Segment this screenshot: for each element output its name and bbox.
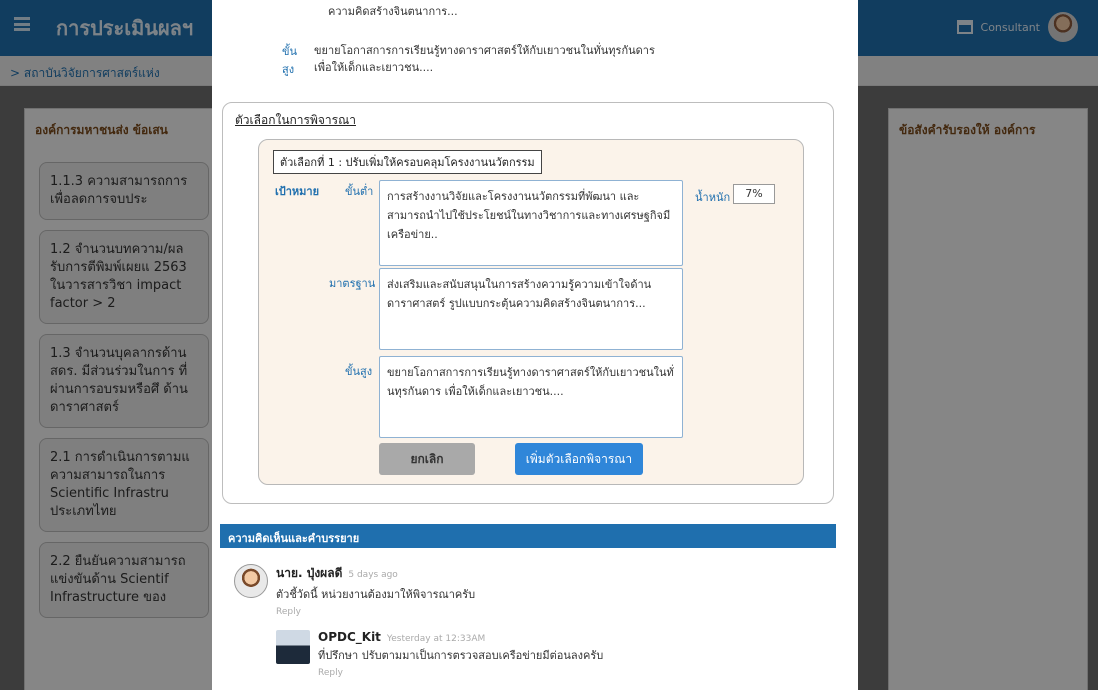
commenter-name: OPDC_Kit (318, 630, 381, 644)
min-label: ขั้นต่ำ (345, 185, 374, 198)
high-goal-line: ขยายโอกาสการการเรียนรู้ทางดาราศาสตร์ให้ก… (314, 44, 655, 57)
comment-item: นาย. ปุ่งผลดี 5 days ago ตัวชี้วัดนี้ หน่… (234, 564, 475, 617)
comment-content: OPDC_Kit Yesterday at 12:33AM ที่ปรึกษา ป… (318, 630, 603, 678)
high-label: ขั้นสูง (345, 365, 373, 378)
reply-link[interactable]: Reply (318, 668, 603, 678)
current-high-goal: ขั้นสูง ขยายโอกาสการการเรียนรู้ทางดาราศา… (282, 42, 655, 78)
commenter-avatar (234, 564, 268, 598)
min-goal-textarea[interactable]: การสร้างงานวิจัยและโครงงานนวัตกรรมที่พัฒ… (379, 180, 683, 266)
weight-label: น้ำหนัก (695, 191, 731, 204)
option-tag-input[interactable]: ตัวเลือกที่ 1 : ปรับเพิ่มให้ครอบคลุมโครง… (273, 150, 542, 174)
comments-header: ความคิดเห็นและคำบรรยาย (220, 524, 836, 548)
high-goal-line: เพื่อให้เด็กและเยาวชน.... (314, 61, 434, 74)
consideration-title: ตัวเลือกในการพิจารณา (235, 113, 356, 127)
commenter-avatar (276, 630, 310, 664)
consideration-options-section: ตัวเลือกในการพิจารณา ตัวเลือกที่ 1 : ปรั… (222, 102, 834, 504)
standard-goal-textarea[interactable]: ส่งเสริมและสนับสนุนในการสร้างความรู้ความ… (379, 268, 683, 350)
reply-link[interactable]: Reply (276, 607, 475, 617)
weight-input[interactable]: 7% (733, 184, 775, 204)
comment-text: ตัวชี้วัดนี้ หน่วยงานต้องมาให้พิจารณาครั… (276, 588, 476, 601)
high-goal-label: ขั้นสูง (282, 45, 298, 76)
commenter-name: นาย. ปุ่งผลดี (276, 566, 343, 580)
cancel-button[interactable]: ยกเลิก (379, 443, 475, 475)
standard-label: มาตรฐาน (329, 277, 376, 290)
high-goal-text: ขยายโอกาสการการเรียนรู้ทางดาราศาสตร์ให้ก… (314, 42, 655, 78)
comment-text: ที่ปรึกษา ปรับตามมาเป็นการตรวจสอบเครือข่… (318, 649, 604, 662)
target-label: เป้าหมาย (275, 185, 320, 198)
edit-indicator-modal: ความคิดสร้างจินตนาการ... ขั้นสูง ขยายโอก… (212, 0, 858, 690)
comment-time: Yesterday at 12:33AM (386, 634, 486, 644)
comment-content: นาย. ปุ่งผลดี 5 days ago ตัวชี้วัดนี้ หน่… (276, 564, 475, 617)
high-goal-textarea[interactable]: ขยายโอกาสการการเรียนรู้ทางดาราศาสตร์ให้ก… (379, 356, 683, 438)
comment-item: OPDC_Kit Yesterday at 12:33AM ที่ปรึกษา ป… (276, 630, 603, 678)
option-card: ตัวเลือกที่ 1 : ปรับเพิ่มให้ครอบคลุมโครง… (258, 139, 804, 485)
comment-time: 5 days ago (348, 570, 398, 580)
add-option-button[interactable]: เพิ่มตัวเลือกพิจารณา (515, 443, 643, 475)
previous-standard-text: ความคิดสร้างจินตนาการ... (328, 5, 458, 18)
